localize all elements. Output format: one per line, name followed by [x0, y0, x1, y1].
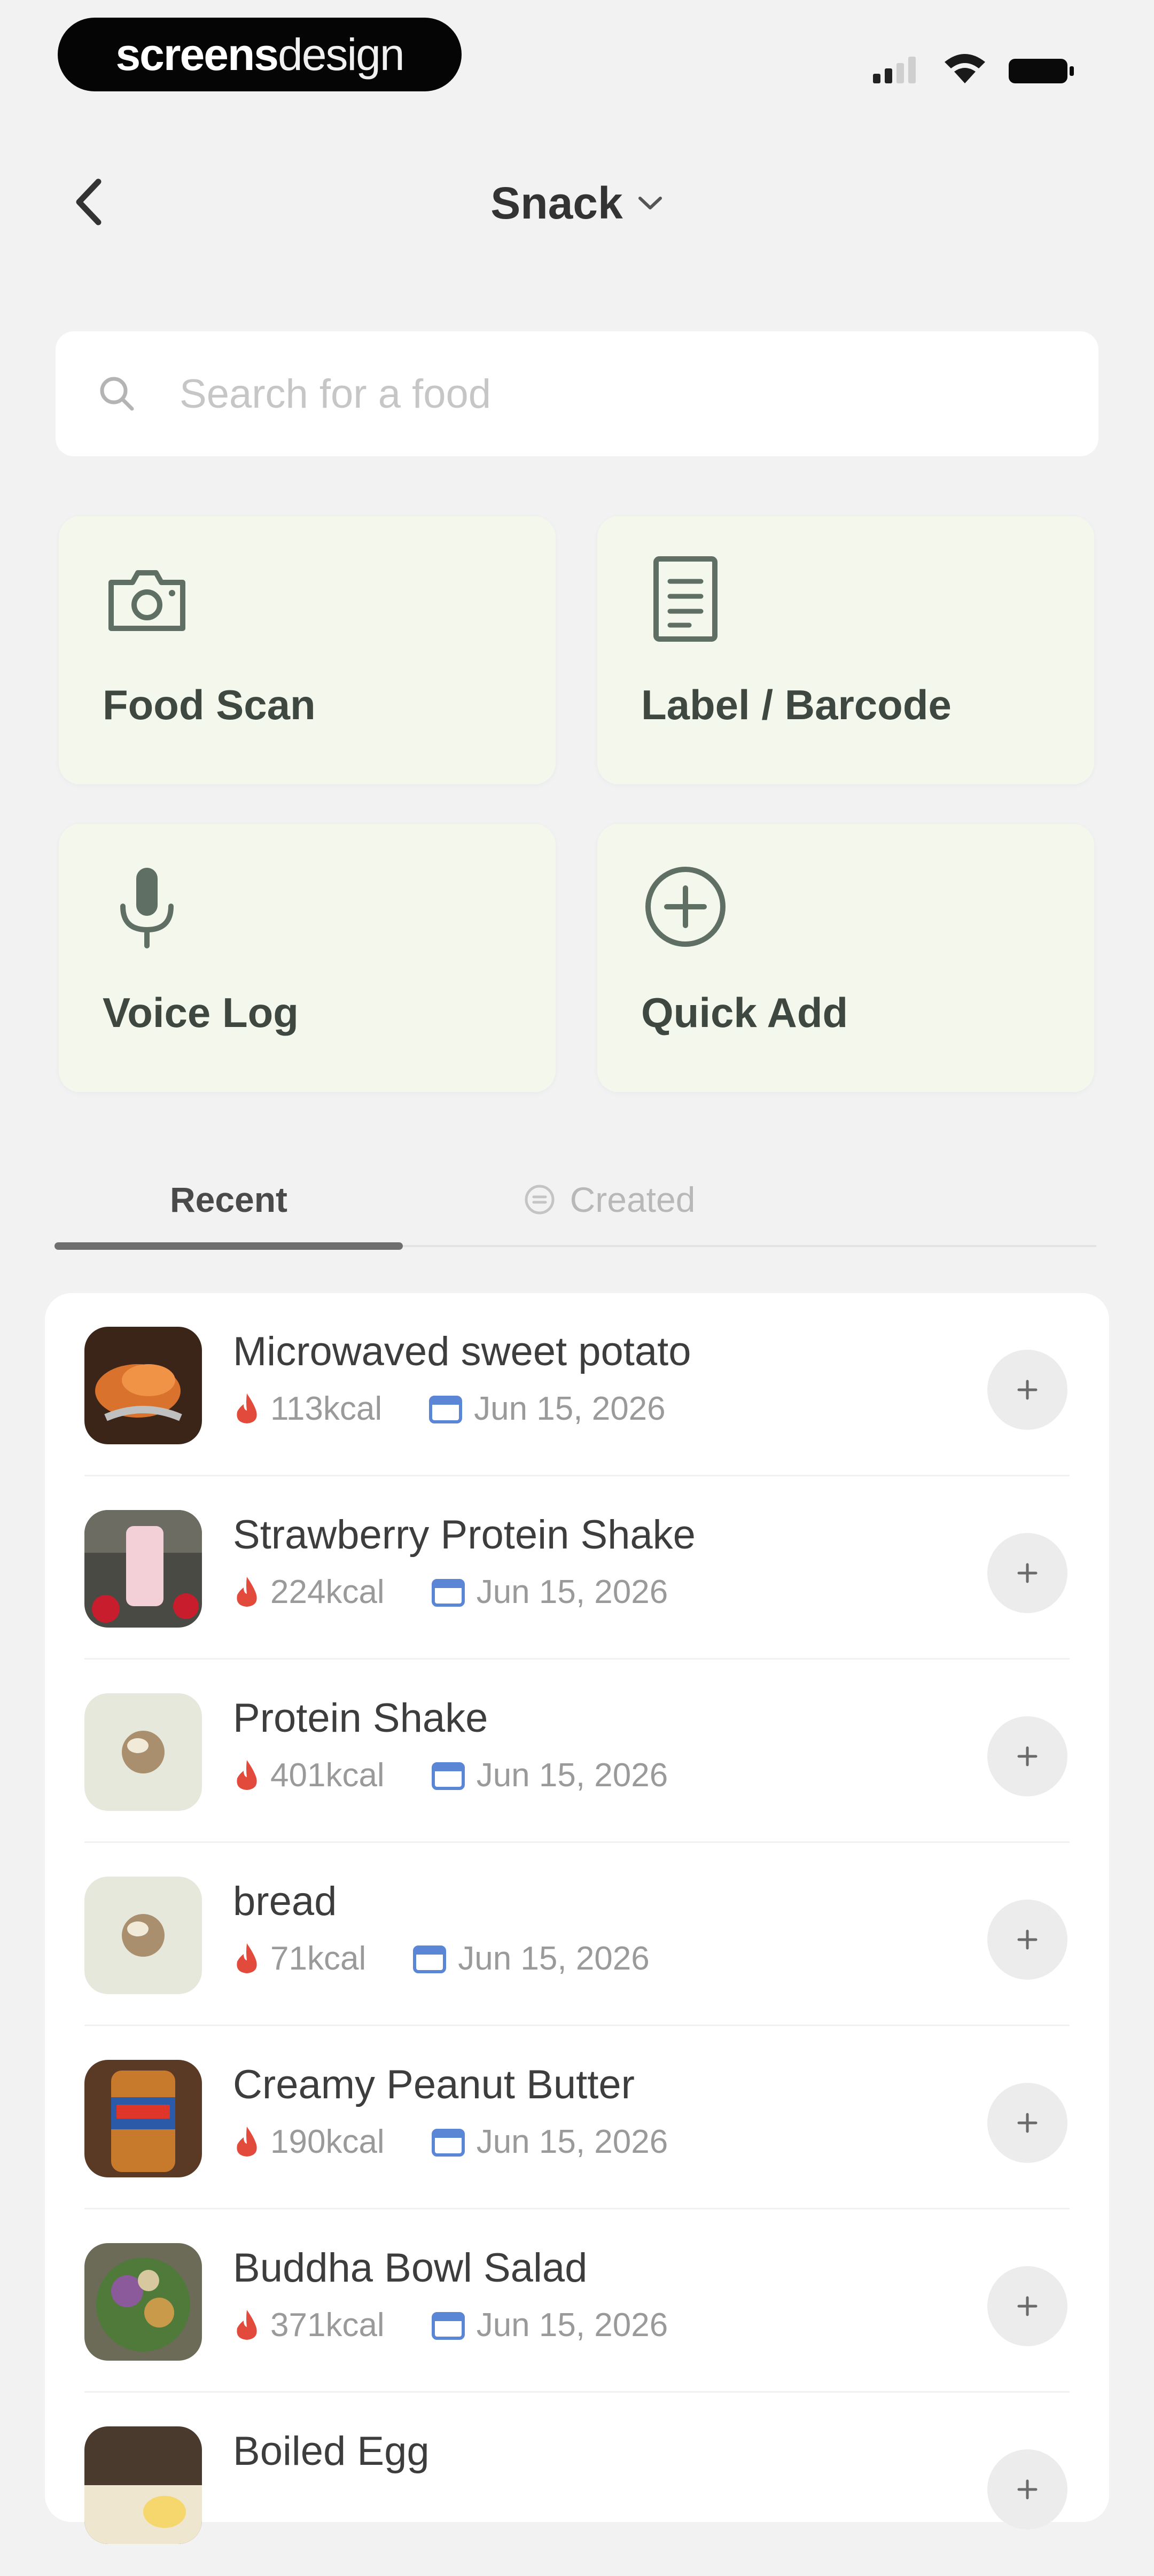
chevron-left-icon — [76, 178, 102, 225]
food-row[interactable]: Buddha Bowl Salad 371kcal Jun 15, 2026 — [45, 2209, 1109, 2393]
calendar-icon — [431, 2129, 465, 2157]
food-date: Jun 15, 2026 — [476, 1756, 668, 1794]
label-barcode-label: Label / Barcode — [641, 681, 952, 728]
food-date: Jun 15, 2026 — [476, 1573, 668, 1610]
food-calories: 190kcal — [270, 2123, 385, 2160]
plus-icon — [1017, 1380, 1038, 1400]
calendar-icon — [429, 1396, 463, 1423]
plus-icon — [1017, 2113, 1038, 2133]
flame-icon — [237, 2310, 257, 2340]
food-date: Jun 15, 2026 — [474, 1390, 666, 1427]
food-thumbnail — [84, 2060, 202, 2177]
brand-logo: screens design — [58, 18, 462, 91]
food-list: Microwaved sweet potato 113kcal Jun 15, … — [45, 1293, 1109, 2544]
add-food-button[interactable] — [987, 1533, 1067, 1613]
meal-type-dropdown[interactable]: Snack — [454, 171, 700, 235]
food-name: Creamy Peanut Butter — [233, 2062, 635, 2107]
tab-created-label: Created — [570, 1180, 696, 1219]
food-row[interactable]: Boiled Egg — [45, 2393, 1109, 2576]
signal-icon — [873, 57, 916, 83]
food-name: Protein Shake — [233, 1695, 488, 1741]
food-name: bread — [233, 1879, 337, 1924]
food-meta: 224kcal Jun 15, 2026 — [233, 1570, 668, 1613]
food-thumbnail — [84, 1693, 202, 1811]
page-title: Snack — [490, 177, 623, 228]
flame-icon — [237, 1577, 257, 1607]
plus-icon — [1017, 1563, 1038, 1583]
flame-icon — [237, 2127, 257, 2157]
food-calories: 71kcal — [270, 1940, 367, 1977]
food-name: Strawberry Protein Shake — [233, 1512, 696, 1558]
search-bar[interactable] — [56, 331, 1098, 456]
food-thumbnail — [84, 2243, 202, 2361]
microphone-icon — [120, 868, 174, 948]
plus-icon — [1017, 2479, 1038, 2500]
food-calories: 401kcal — [270, 1756, 385, 1794]
tab-recent-label: Recent — [169, 1180, 288, 1219]
food-thumbnail — [84, 1510, 202, 1628]
quick-add-button[interactable]: Quick Add — [597, 824, 1094, 1092]
camera-icon — [108, 570, 185, 631]
chevron-down-icon — [638, 197, 662, 209]
food-meta: 71kcal Jun 15, 2026 — [233, 1937, 650, 1980]
food-name: Buddha Bowl Salad — [233, 2245, 588, 2291]
add-food-button[interactable] — [987, 1350, 1067, 1430]
brand-logo-light: design — [278, 29, 405, 80]
wifi-icon — [945, 54, 985, 83]
food-row[interactable]: Protein Shake 401kcal Jun 15, 2026 — [45, 1660, 1109, 1843]
calendar-icon — [431, 1579, 465, 1607]
add-food-button[interactable] — [987, 2083, 1067, 2163]
tab-active-indicator — [54, 1242, 403, 1250]
food-meta: 190kcal Jun 15, 2026 — [233, 2120, 668, 2163]
tab-created[interactable]: Created — [406, 1159, 812, 1240]
plus-circle-icon — [645, 867, 726, 947]
back-button[interactable] — [59, 170, 118, 234]
quick-add-label: Quick Add — [641, 989, 848, 1036]
food-thumbnail — [84, 1877, 202, 1994]
calendar-icon — [431, 2312, 465, 2340]
food-calories: 371kcal — [270, 2306, 385, 2344]
flame-icon — [237, 1760, 257, 1790]
flame-icon — [237, 1943, 257, 1973]
plus-icon — [1017, 1746, 1038, 1766]
add-food-button[interactable] — [987, 2449, 1067, 2530]
food-row[interactable]: Microwaved sweet potato 113kcal Jun 15, … — [45, 1293, 1109, 1476]
food-scan-button[interactable]: Food Scan — [59, 516, 556, 784]
created-icon — [525, 1185, 555, 1215]
food-calories: 113kcal — [270, 1390, 383, 1427]
food-scan-label: Food Scan — [103, 681, 316, 728]
food-thumbnail — [84, 2426, 202, 2544]
tab-recent[interactable]: Recent — [54, 1159, 403, 1240]
plus-icon — [1017, 1929, 1038, 1950]
food-meta: 113kcal Jun 15, 2026 — [233, 1387, 666, 1430]
calendar-icon — [431, 1762, 465, 1790]
document-icon — [653, 556, 718, 642]
add-food-button[interactable] — [987, 1716, 1067, 1796]
food-row[interactable]: bread 71kcal Jun 15, 2026 — [45, 1843, 1109, 2026]
food-row[interactable]: Strawberry Protein Shake 224kcal Jun 15,… — [45, 1476, 1109, 1660]
food-calories: 224kcal — [270, 1573, 385, 1610]
food-meta: 371kcal Jun 15, 2026 — [233, 2303, 668, 2346]
search-input[interactable] — [178, 370, 1035, 418]
calendar-icon — [413, 1945, 447, 1973]
food-name: Boiled Egg — [233, 2429, 430, 2474]
brand-logo-bold: screens — [115, 29, 279, 80]
voice-log-button[interactable]: Voice Log — [59, 824, 556, 1092]
food-row[interactable]: Creamy Peanut Butter 190kcal Jun 15, 202… — [45, 2026, 1109, 2209]
label-barcode-button[interactable]: Label / Barcode — [597, 516, 1094, 784]
search-icon — [93, 370, 141, 418]
flame-icon — [237, 1394, 257, 1423]
voice-log-label: Voice Log — [103, 989, 299, 1036]
food-date: Jun 15, 2026 — [476, 2123, 668, 2160]
add-food-button[interactable] — [987, 1900, 1067, 1980]
food-thumbnail — [84, 1327, 202, 1444]
food-meta: 401kcal Jun 15, 2026 — [233, 1754, 668, 1796]
add-food-button[interactable] — [987, 2266, 1067, 2346]
food-date: Jun 15, 2026 — [458, 1940, 650, 1977]
battery-icon — [1009, 59, 1074, 83]
status-icons — [865, 43, 1090, 91]
food-date: Jun 15, 2026 — [476, 2306, 668, 2344]
food-name: Microwaved sweet potato — [233, 1329, 691, 1374]
plus-icon — [1017, 2296, 1038, 2316]
